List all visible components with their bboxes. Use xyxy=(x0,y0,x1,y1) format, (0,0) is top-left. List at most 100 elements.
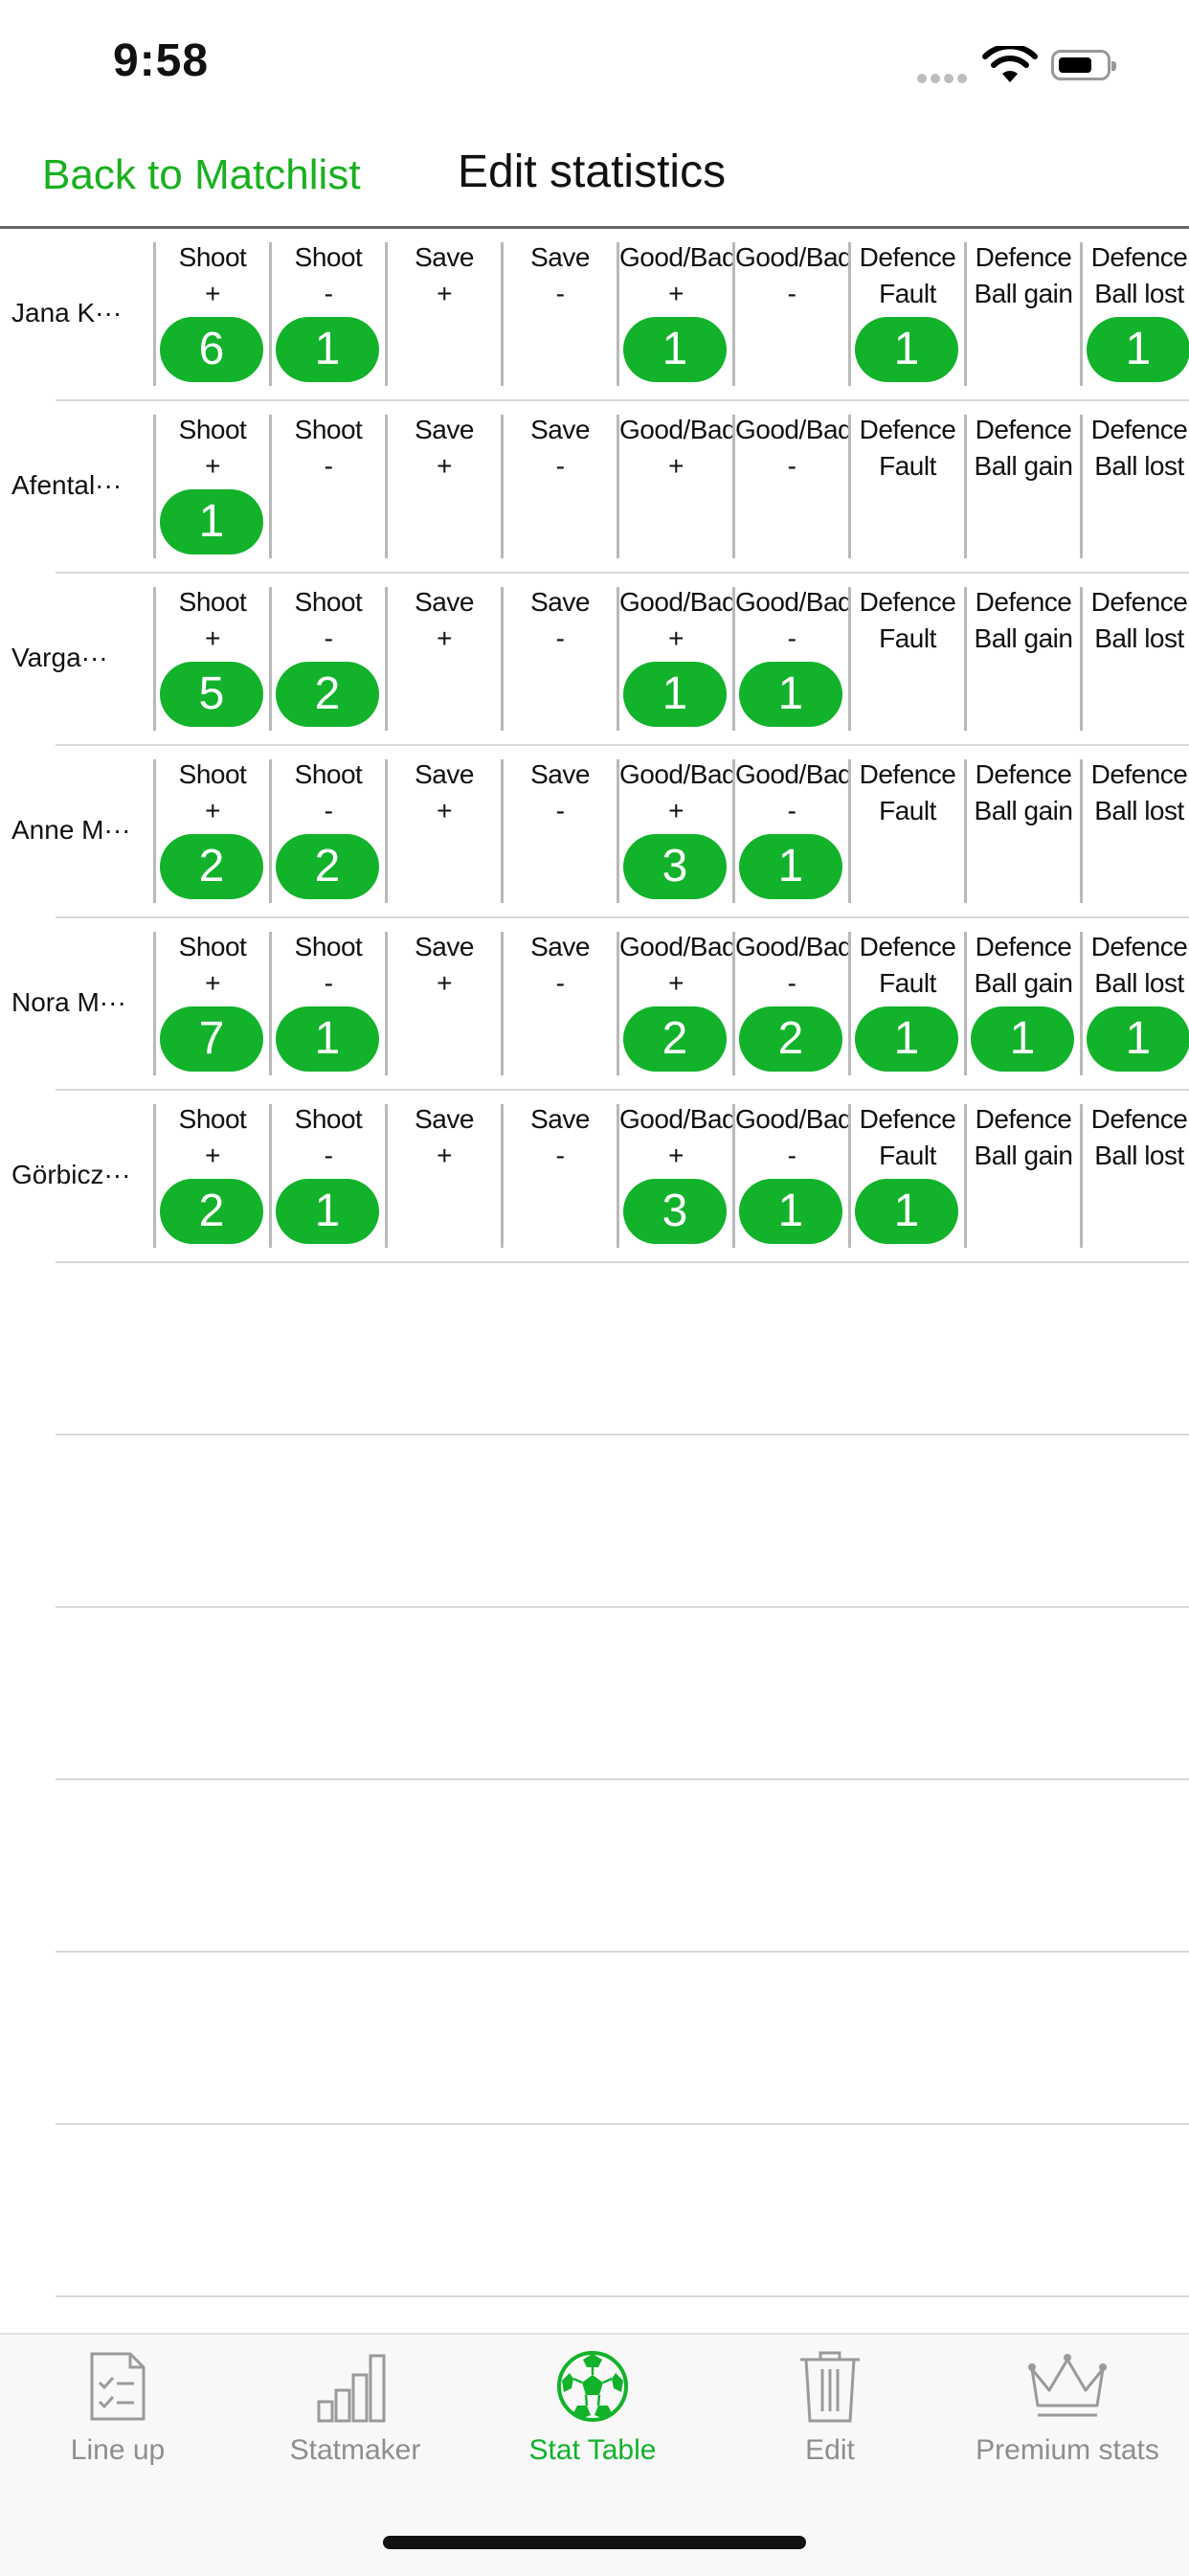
player-name[interactable]: Varga··· xyxy=(11,643,136,673)
tab-line-up[interactable]: Line up xyxy=(3,2348,233,2492)
stat-cell[interactable]: Shoot - 1 xyxy=(269,242,385,386)
stat-cell[interactable]: Defence Ball lost xyxy=(1080,415,1189,558)
stat-count-badge[interactable]: 1 xyxy=(623,662,727,727)
player-name[interactable]: Nora M··· xyxy=(11,987,136,1018)
stat-count-badge[interactable]: 5 xyxy=(160,662,263,727)
stat-cell[interactable]: Shoot - 1 xyxy=(269,932,385,1075)
stat-cell[interactable]: Shoot - 2 xyxy=(269,587,385,731)
stat-cell[interactable]: Good/Bad - 1 xyxy=(732,759,853,903)
stat-cell[interactable]: Save - xyxy=(501,587,617,731)
stat-count-badge[interactable]: 2 xyxy=(276,662,379,727)
stat-cell[interactable]: Defence Ball lost xyxy=(1080,587,1189,731)
stat-cell[interactable]: Defence Ball lost 1 xyxy=(1080,242,1189,386)
stat-cell[interactable]: Good/Bad +2 xyxy=(617,932,737,1075)
stat-cell[interactable]: Save + xyxy=(385,1104,501,1248)
stat-cell[interactable]: Good/Bad - 1 xyxy=(732,1104,853,1248)
stat-count-badge[interactable]: 7 xyxy=(160,1006,263,1072)
stat-cell[interactable]: Good/Bad - xyxy=(732,242,853,386)
stat-cell[interactable]: Good/Bad - 1 xyxy=(732,587,853,731)
stat-count-badge[interactable]: 2 xyxy=(739,1006,842,1072)
stat-count-badge[interactable]: 1 xyxy=(276,317,379,382)
stat-cell[interactable]: Save + xyxy=(385,415,501,558)
stat-cell[interactable]: Defence Ball gain xyxy=(964,587,1080,731)
stat-cell[interactable]: Defence Ball lost xyxy=(1080,1104,1189,1248)
stat-cell[interactable]: Good/Bad + xyxy=(617,415,737,558)
stat-cell[interactable]: Defence Fault xyxy=(848,759,964,903)
stat-cell[interactable]: Defence Fault xyxy=(848,587,964,731)
stat-sublabel: + xyxy=(205,968,220,998)
stat-cell[interactable]: Save - xyxy=(501,932,617,1075)
stat-cell[interactable]: Defence Fault xyxy=(848,415,964,558)
tab-premium-stats[interactable]: Premium stats xyxy=(953,2348,1182,2492)
stat-cell[interactable]: Save + xyxy=(385,242,501,386)
stat-cell[interactable]: Defence Ball gain xyxy=(964,759,1080,903)
stat-count-badge[interactable]: 1 xyxy=(739,1179,842,1244)
stat-cell[interactable]: Shoot +6 xyxy=(153,242,269,386)
stat-cell[interactable]: Good/Bad - 2 xyxy=(732,932,853,1075)
back-to-matchlist-button[interactable]: Back to Matchlist xyxy=(42,151,361,199)
stat-cell[interactable]: Shoot +2 xyxy=(153,1104,269,1248)
tab-label: Line up xyxy=(70,2434,166,2466)
stat-cell[interactable]: Good/Bad +3 xyxy=(617,1104,737,1248)
stat-count-badge[interactable]: 1 xyxy=(739,662,842,727)
stat-count-badge[interactable]: 1 xyxy=(160,489,263,554)
stat-cell[interactable]: Shoot - 1 xyxy=(269,1104,385,1248)
player-name[interactable]: Görbicz··· xyxy=(11,1160,136,1190)
stat-cell[interactable]: Defence Fault 1 xyxy=(848,932,964,1075)
stat-count-badge[interactable]: 3 xyxy=(623,834,727,899)
stat-cell[interactable]: Save - xyxy=(501,759,617,903)
stat-count-badge[interactable]: 2 xyxy=(276,834,379,899)
stat-count-badge[interactable]: 1 xyxy=(855,1006,958,1072)
stat-count-badge[interactable]: 1 xyxy=(739,834,842,899)
stat-cell[interactable]: Defence Ball gain xyxy=(964,415,1080,558)
stat-cell[interactable]: Defence Ball gain 1 xyxy=(964,932,1080,1075)
stat-cell[interactable]: Good/Bad +1 xyxy=(617,587,737,731)
player-name[interactable]: Anne M··· xyxy=(11,815,136,846)
stat-label: Defence xyxy=(859,415,956,444)
stat-cell[interactable]: Save - xyxy=(501,242,617,386)
tab-statmaker[interactable]: Statmaker xyxy=(240,2348,470,2492)
stat-count-badge[interactable]: 1 xyxy=(855,317,958,382)
tab-edit[interactable]: Edit xyxy=(715,2348,945,2492)
stat-cell[interactable]: Defence Fault 1 xyxy=(848,1104,964,1248)
stat-cell[interactable]: Shoot - 2 xyxy=(269,759,385,903)
stat-cell[interactable]: Shoot +7 xyxy=(153,932,269,1075)
stat-cell[interactable]: Shoot - xyxy=(269,415,385,558)
stat-count-badge[interactable]: 2 xyxy=(160,1179,263,1244)
stat-cell[interactable]: Shoot +1 xyxy=(153,415,269,558)
player-name[interactable]: Jana K··· xyxy=(11,298,136,328)
stat-cell[interactable]: Shoot +5 xyxy=(153,587,269,731)
stat-count-badge[interactable]: 1 xyxy=(276,1179,379,1244)
stat-cell[interactable]: Good/Bad +3 xyxy=(617,759,737,903)
stat-cell[interactable]: Defence Ball gain xyxy=(964,1104,1080,1248)
stat-cell[interactable]: Good/Bad +1 xyxy=(617,242,737,386)
stat-count-badge[interactable]: 1 xyxy=(623,317,727,382)
tab-stat-table[interactable]: Stat Table xyxy=(478,2348,707,2492)
stat-label: Save xyxy=(530,759,590,789)
stat-cell[interactable]: Save - xyxy=(501,1104,617,1248)
stat-cell[interactable]: Defence Ball gain xyxy=(964,242,1080,386)
stat-count-badge[interactable]: 2 xyxy=(623,1006,727,1072)
stat-count-badge[interactable]: 1 xyxy=(1087,1006,1189,1072)
stat-cell[interactable]: Good/Bad - xyxy=(732,415,853,558)
stat-cell[interactable]: Shoot +2 xyxy=(153,759,269,903)
stat-cell[interactable]: Defence Fault 1 xyxy=(848,242,964,386)
stat-count-badge[interactable]: 1 xyxy=(855,1179,958,1244)
stat-cell[interactable]: Defence Ball lost xyxy=(1080,759,1189,903)
stat-cell[interactable]: Save - xyxy=(501,415,617,558)
stat-cell[interactable]: Save + xyxy=(385,759,501,903)
stat-count-badge[interactable]: 1 xyxy=(971,1006,1074,1072)
stat-cell[interactable]: Save + xyxy=(385,932,501,1075)
stat-count-badge[interactable]: 6 xyxy=(160,317,263,382)
stat-sublabel: + xyxy=(668,968,684,998)
stat-cell[interactable]: Defence Ball lost 1 xyxy=(1080,932,1189,1075)
stat-count-badge[interactable]: 1 xyxy=(1087,317,1189,382)
player-name[interactable]: Afental··· xyxy=(11,470,136,501)
stat-count-badge[interactable]: 3 xyxy=(623,1179,727,1244)
tab-label: Statmaker xyxy=(289,2434,421,2466)
stat-cell[interactable]: Save + xyxy=(385,587,501,731)
stat-count-badge[interactable]: 1 xyxy=(276,1006,379,1072)
stat-sublabel: + xyxy=(668,451,684,481)
stat-count-badge[interactable]: 2 xyxy=(160,834,263,899)
stat-sublabel: + xyxy=(668,796,684,825)
